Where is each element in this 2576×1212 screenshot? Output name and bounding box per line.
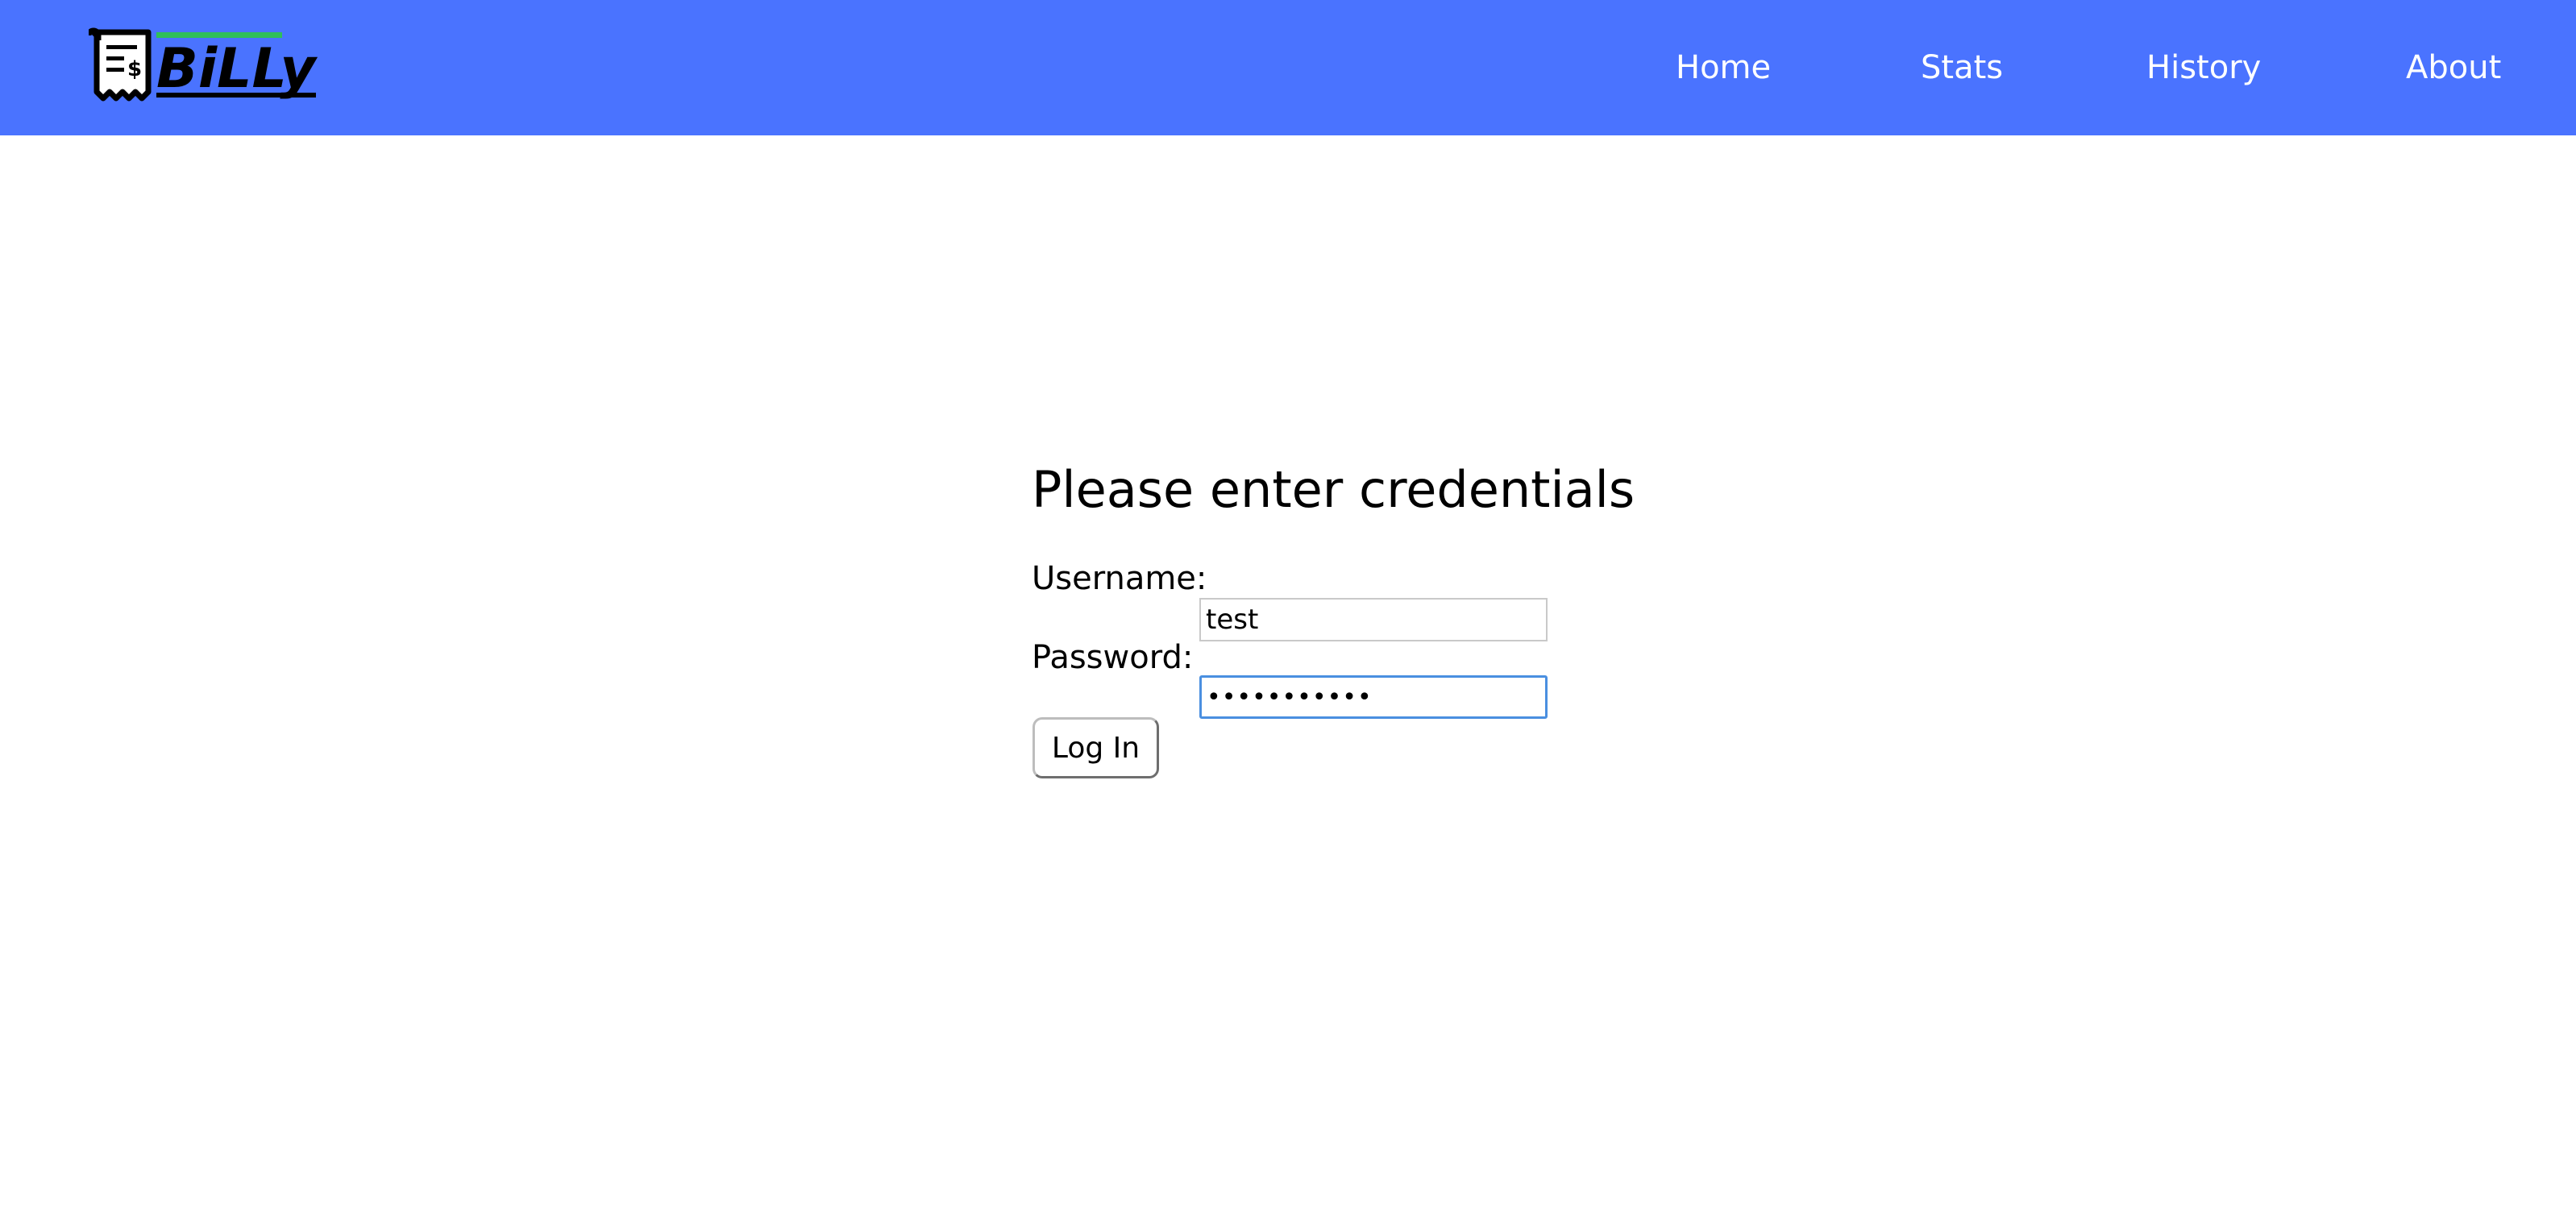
password-input[interactable] [1199, 675, 1548, 719]
login-button[interactable]: Log In [1032, 717, 1159, 778]
password-label: Password: [1032, 639, 1194, 676]
svg-text:$: $ [127, 57, 142, 81]
top-navbar: $ BiLLy Home Stats History About [0, 0, 2576, 135]
receipt-dollar-icon: $ [89, 27, 152, 102]
nav-home-link[interactable]: Home [1676, 45, 1771, 90]
login-heading: Please enter credentials [1032, 460, 1635, 519]
username-label: Username: [1032, 560, 1207, 597]
nav-stats-link[interactable]: Stats [1921, 45, 2003, 90]
logo-wordmark: BiLLy [156, 37, 318, 101]
billy-logo[interactable]: $ BiLLy [89, 27, 330, 102]
nav-about-link[interactable]: About [2406, 45, 2501, 90]
username-input[interactable] [1199, 598, 1548, 641]
nav-history-link[interactable]: History [2146, 45, 2261, 90]
